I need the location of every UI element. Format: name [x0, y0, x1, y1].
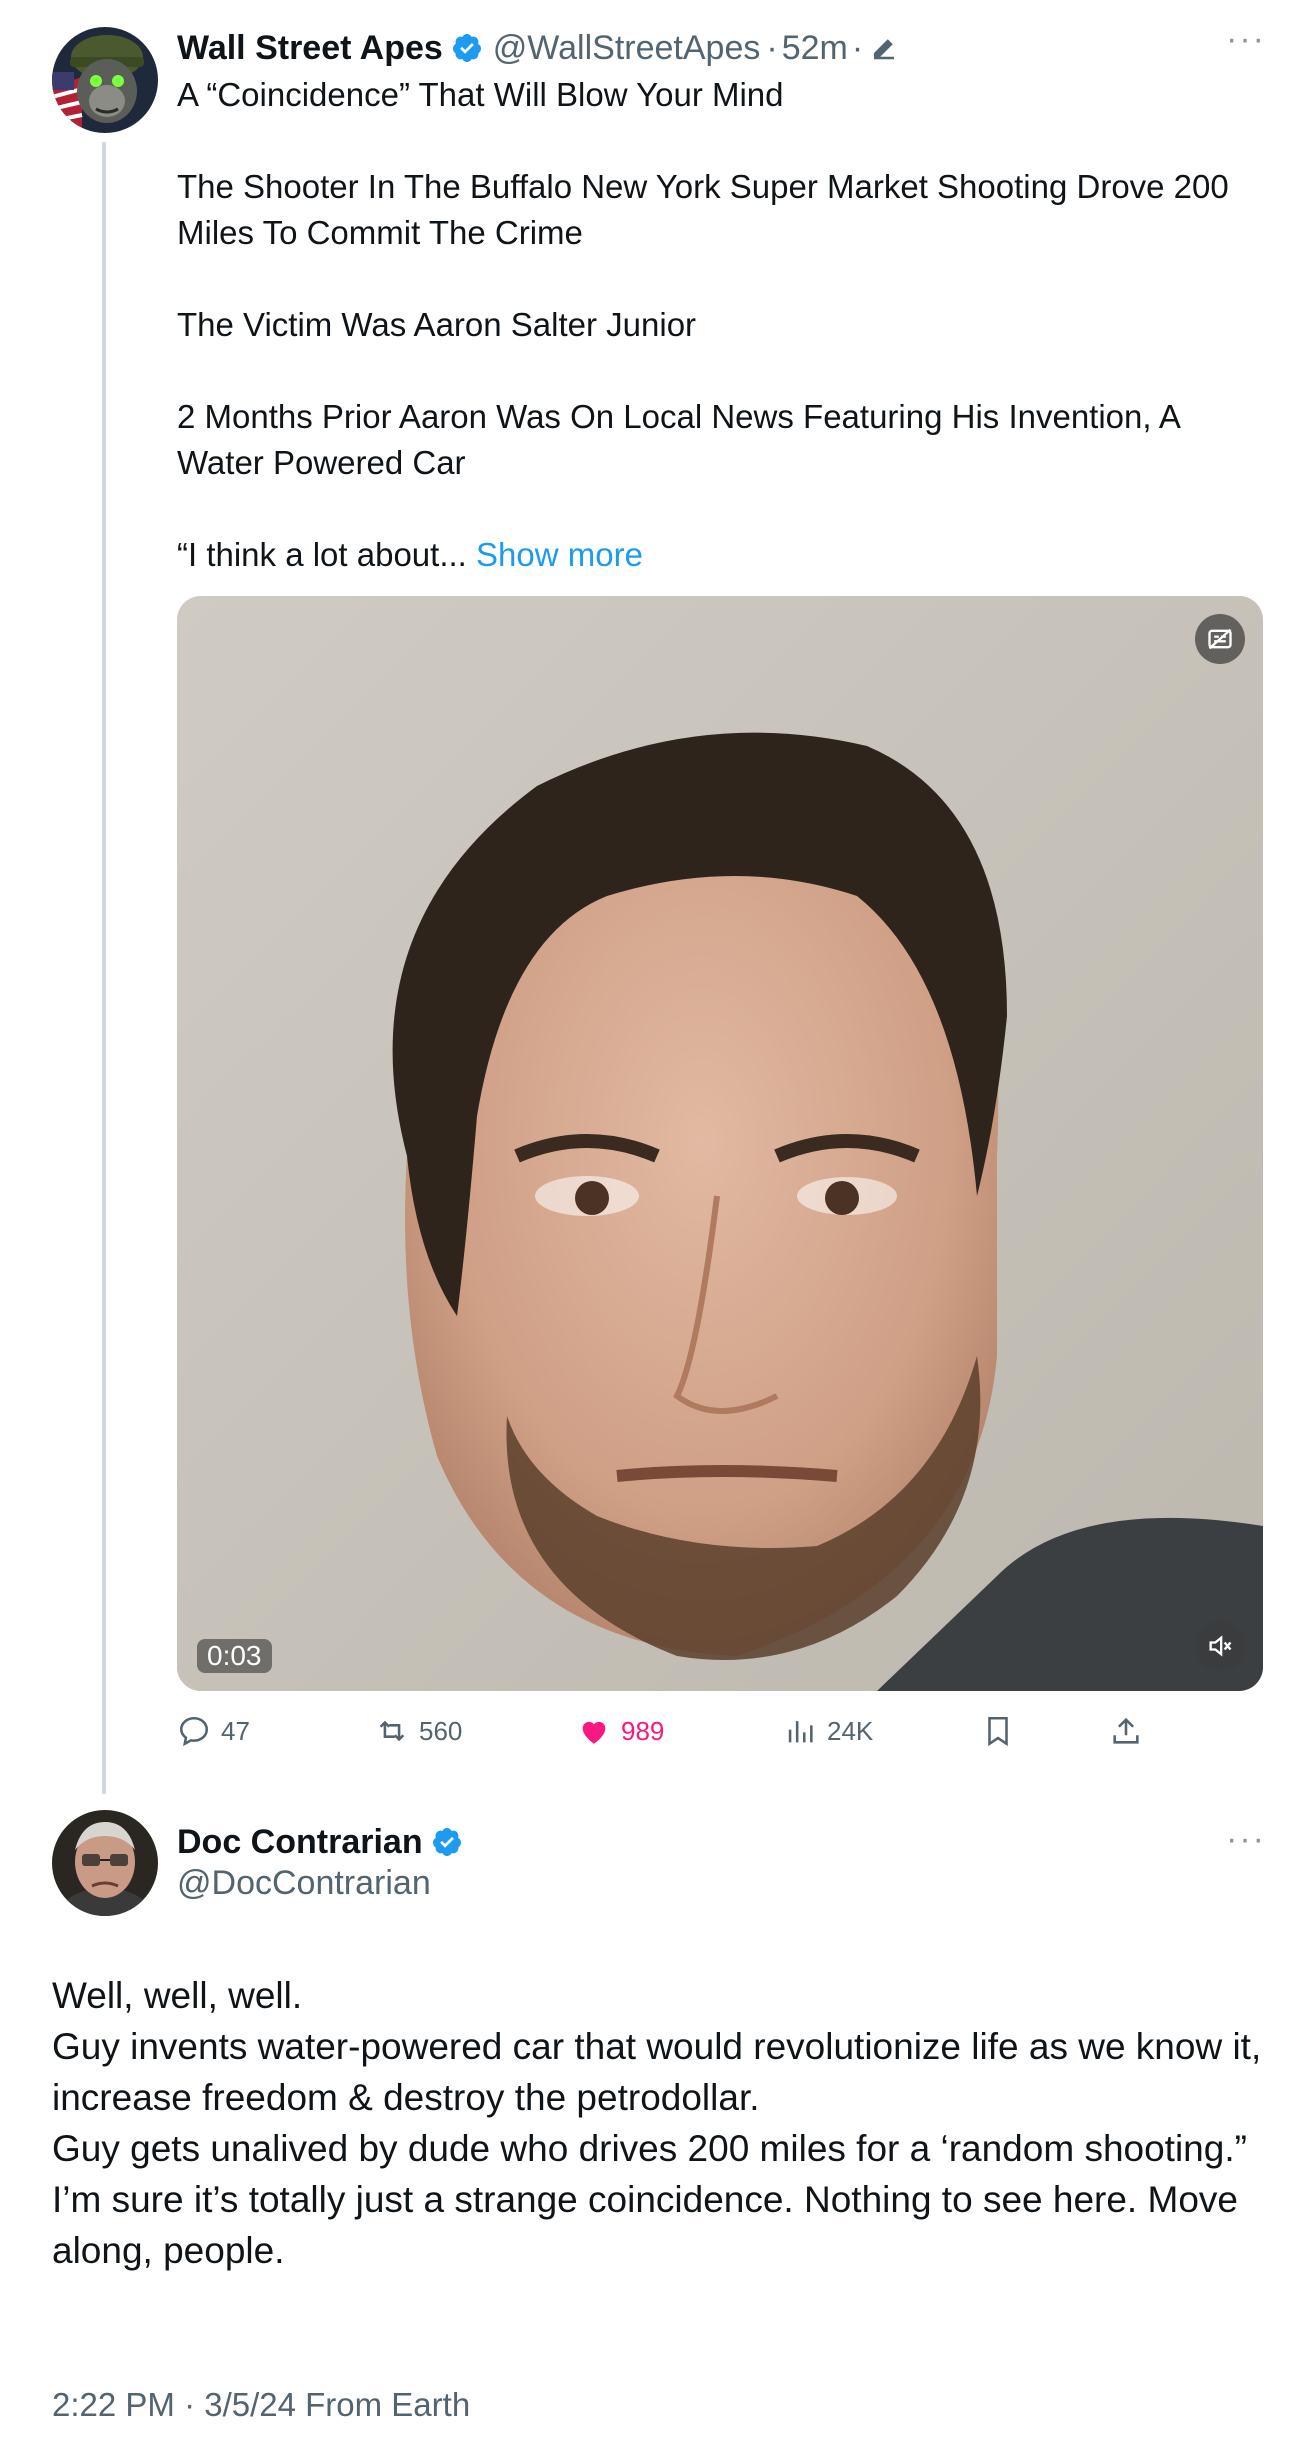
reply-line: Guy gets unalived by dude who drives 200… — [52, 2128, 1247, 2169]
views-button[interactable]: 24K — [783, 1706, 873, 1756]
share-icon — [1113, 1717, 1139, 1744]
show-more-link[interactable]: Show more — [476, 536, 643, 573]
views-count: 24K — [827, 1715, 874, 1746]
repost-count: 560 — [419, 1715, 463, 1746]
mute-icon[interactable] — [1195, 1621, 1245, 1671]
reply-tweet-header: Doc Contrarian — [177, 1818, 463, 1866]
repost-button[interactable]: 560 — [375, 1706, 462, 1756]
reply-line: Well, well, well. — [52, 1975, 303, 2016]
tweet-line: A “Coincidence” That Will Blow Your Mind — [177, 76, 784, 113]
doc-contrarian-avatar[interactable] — [52, 1810, 158, 1916]
original-tweet-header: Wall Street Apes @WallStreetApes · 52m · — [177, 24, 899, 72]
truncated-text: “I think a lot about... — [177, 536, 467, 573]
display-name[interactable]: Doc Contrarian — [177, 1823, 423, 1862]
handle[interactable]: @WallStreetApes — [493, 29, 761, 68]
more-icon[interactable]: ··· — [1226, 20, 1266, 59]
more-icon[interactable]: ··· — [1226, 1820, 1266, 1859]
bookmark-button[interactable] — [981, 1706, 1025, 1756]
like-button[interactable]: 989 — [577, 1706, 664, 1756]
share-button[interactable] — [1109, 1706, 1153, 1756]
reply-line: Guy invents water-powered car that would… — [52, 2026, 1262, 2118]
reply-button[interactable]: 47 — [177, 1706, 250, 1756]
tweet-time[interactable]: 52m — [782, 29, 848, 68]
tweet-action-bar: 47 560 989 24K — [177, 1706, 1177, 1756]
like-count: 989 — [621, 1715, 665, 1746]
verified-badge-icon — [451, 32, 483, 64]
reply-line: I’m sure it’s totally just a strange coi… — [52, 2179, 1238, 2271]
tweet-line: 2 Months Prior Aaron Was On Local News F… — [177, 398, 1180, 481]
handle[interactable]: @DocContrarian — [177, 1864, 431, 1903]
verified-badge-icon — [431, 1826, 463, 1858]
tweet-line: The Shooter In The Buffalo New York Supe… — [177, 168, 1229, 251]
separator-dot: · — [851, 28, 864, 67]
tweet-truncated-line: “I think a lot about... Show more — [177, 532, 1257, 578]
reply-tweet-text: Well, well, well. Guy invents water-powe… — [52, 1970, 1272, 2276]
views-icon — [788, 1721, 813, 1743]
thread-connector-line — [102, 142, 106, 1794]
repost-icon — [379, 1720, 405, 1742]
old-man-avatar-icon — [52, 1810, 158, 1916]
video-player[interactable]: 0:03 — [177, 596, 1263, 1691]
caption-icon[interactable] — [1195, 614, 1245, 664]
heart-icon — [582, 1721, 606, 1744]
tweet-line: The Victim Was Aaron Salter Junior — [177, 306, 697, 343]
wall-street-apes-avatar[interactable] — [52, 27, 158, 133]
original-tweet-text: A “Coincidence” That Will Blow Your Mind… — [177, 72, 1257, 578]
bookmark-icon — [988, 1716, 1008, 1747]
reply-count: 47 — [221, 1715, 250, 1746]
edit-icon[interactable] — [869, 33, 899, 63]
display-name[interactable]: Wall Street Apes — [177, 29, 443, 68]
video-frame-image — [177, 596, 1263, 1691]
ape-avatar-icon — [52, 27, 158, 133]
tweet-timestamp[interactable]: 2:22 PM · 3/5/24 From Earth — [52, 2386, 470, 2424]
video-timecode: 0:03 — [197, 1639, 272, 1673]
separator-dot: · — [766, 28, 778, 67]
reply-icon — [179, 1716, 209, 1747]
